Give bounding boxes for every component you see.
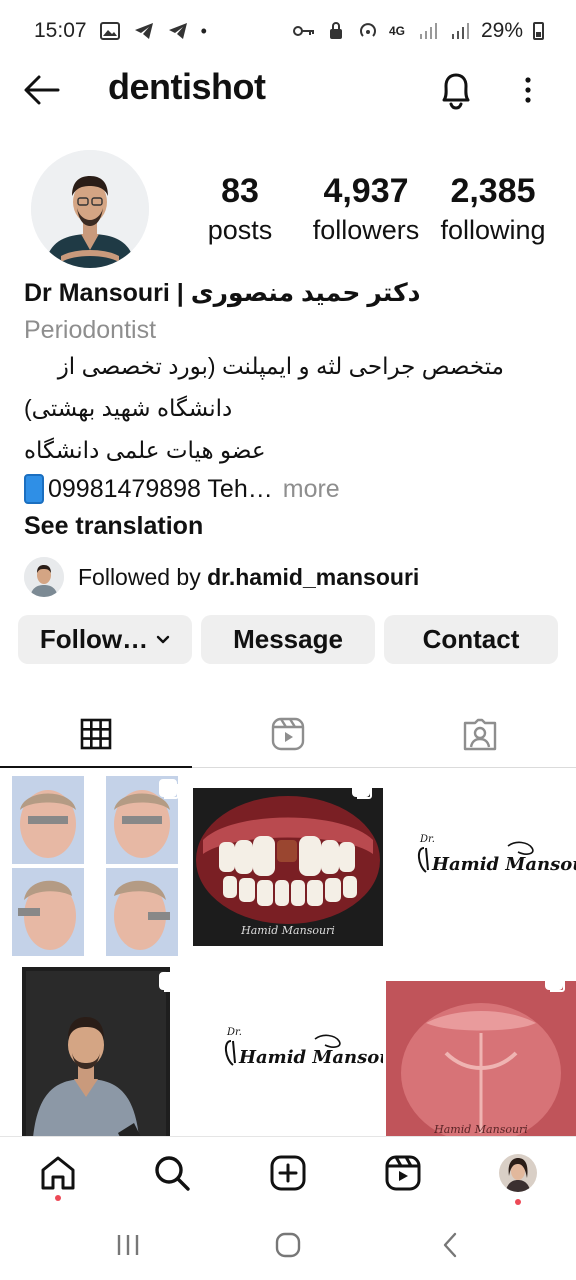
bell-icon	[442, 73, 470, 110]
grid-icon	[80, 718, 112, 750]
recent-apps-button[interactable]	[108, 1230, 148, 1260]
carousel-icon	[159, 972, 179, 992]
tab-reels[interactable]	[192, 700, 384, 768]
battery-icon	[533, 22, 544, 40]
dot-icon: •	[200, 20, 207, 41]
post-thumbnail[interactable]: Hamid Mansouri	[193, 770, 383, 960]
stat-following[interactable]: 2,385 following	[436, 170, 550, 248]
following-count: 2,385	[450, 172, 536, 210]
arrow-left-icon	[24, 75, 60, 105]
status-bar: 15:07 • 4G 29%	[0, 0, 576, 62]
telegram-icon	[133, 22, 155, 40]
profile-tabs	[0, 700, 576, 768]
hotspot-icon	[357, 22, 379, 40]
system-back-button[interactable]	[430, 1230, 470, 1260]
stat-followers[interactable]: 4,937 followers	[306, 170, 426, 248]
system-home-icon	[275, 1232, 301, 1258]
notifications-button[interactable]	[436, 68, 476, 112]
chevron-left-icon	[443, 1232, 457, 1258]
profile-header: dentishot	[0, 62, 576, 118]
followed-by-text: Followed by dr.hamid_mansouri	[78, 564, 419, 591]
reels-icon	[271, 717, 305, 751]
follow-button[interactable]: Follow…	[18, 615, 192, 664]
watermark-text: Hamid Mansouri	[433, 1123, 528, 1136]
active-tab-indicator	[0, 766, 192, 768]
bio-contact-text: 09981479898 Teh…	[48, 474, 273, 503]
watermark-text: Hamid Mansouri	[240, 924, 335, 937]
posts-grid: Hamid Mansouri Dr. Hamid Mansouri	[0, 770, 576, 1136]
home-notification-dot	[55, 1195, 61, 1201]
following-label: following	[440, 215, 546, 245]
bio-line-1: متخصص جراحی لثه و ایمپلنت (بورد تخصصی از	[57, 353, 504, 379]
search-icon	[155, 1156, 190, 1191]
nav-create[interactable]	[266, 1151, 310, 1195]
profile-category: Periodontist	[24, 316, 157, 344]
chevron-down-icon	[156, 635, 170, 643]
nav-profile[interactable]	[496, 1151, 540, 1195]
system-navigation-bar	[0, 1210, 576, 1280]
see-translation-link[interactable]: See translation	[24, 512, 203, 541]
followed-by-user[interactable]: dr.hamid_mansouri	[207, 564, 419, 590]
home-icon	[41, 1156, 75, 1190]
gallery-icon	[99, 22, 121, 40]
posts-count: 83	[221, 172, 259, 210]
message-button[interactable]: Message	[201, 615, 375, 664]
post-thumbnail[interactable]: Dr. Hamid Mansouri	[386, 770, 576, 960]
tab-tagged[interactable]	[384, 700, 576, 768]
stat-posts[interactable]: 83 posts	[194, 170, 286, 248]
contact-button-label: Contact	[422, 624, 520, 654]
followed-by-row[interactable]: Followed by dr.hamid_mansouri	[24, 556, 419, 598]
nav-home[interactable]	[36, 1151, 80, 1195]
more-vertical-icon	[525, 77, 531, 103]
follower-avatar	[24, 557, 64, 597]
reels-icon	[385, 1155, 421, 1191]
nav-search[interactable]	[150, 1151, 194, 1195]
carousel-icon	[545, 972, 565, 992]
mobile-phone-icon	[24, 474, 44, 504]
tagged-person-icon	[463, 718, 497, 751]
post-thumbnail[interactable]	[0, 770, 190, 960]
carousel-icon	[159, 779, 179, 799]
back-button[interactable]	[22, 72, 62, 108]
bio-more-link[interactable]: more	[283, 475, 340, 504]
lock-icon	[325, 22, 347, 40]
more-options-button[interactable]	[516, 72, 540, 108]
post-thumbnail[interactable]: Dr. Hamid Mansouri	[193, 963, 383, 1136]
post-thumbnail[interactable]	[0, 963, 190, 1136]
followers-label: followers	[312, 215, 420, 245]
bio-contact-line: 09981479898 Teh… more	[24, 474, 340, 504]
bottom-navigation	[0, 1136, 576, 1210]
system-home-button[interactable]	[268, 1230, 308, 1260]
posts-label: posts	[207, 215, 273, 245]
status-time: 15:07	[34, 19, 87, 42]
recent-apps-icon	[117, 1235, 139, 1255]
bio-line-3: عضو هیات علمی دانشگاه	[24, 437, 266, 463]
follow-button-label: Follow…	[39, 624, 149, 654]
bio-line-2: دانشگاه شهید بهشتی)	[24, 395, 233, 421]
logo-name-text: Hamid Mansouri	[238, 1047, 383, 1068]
profile-notification-dot	[515, 1199, 521, 1205]
network-type: 4G	[388, 24, 405, 38]
profile-name: Dr Mansouri | دکتر حمید منصوری	[24, 279, 421, 307]
battery-percent: 29%	[480, 19, 523, 42]
nav-reels[interactable]	[381, 1151, 425, 1195]
logo-name-text: Hamid Mansouri	[431, 854, 576, 875]
carousel-icon	[352, 779, 372, 799]
signal-icon	[417, 22, 439, 40]
telegram-icon-2	[167, 22, 189, 40]
message-button-label: Message	[233, 624, 343, 654]
followers-count: 4,937	[323, 172, 409, 210]
profile-avatar[interactable]	[31, 150, 149, 268]
add-post-icon	[270, 1155, 306, 1191]
profile-avatar-icon	[499, 1154, 537, 1192]
tab-posts-grid[interactable]	[0, 700, 192, 768]
contact-button[interactable]: Contact	[384, 615, 558, 664]
signal-icon-2	[449, 22, 471, 40]
key-icon	[292, 22, 315, 40]
logo-dr-text: Dr.	[226, 1027, 242, 1038]
profile-username: dentishot	[108, 66, 266, 107]
logo-dr-text: Dr.	[419, 834, 435, 845]
followed-by-prefix: Followed by	[78, 563, 208, 590]
post-thumbnail[interactable]: Hamid Mansouri	[386, 963, 576, 1136]
